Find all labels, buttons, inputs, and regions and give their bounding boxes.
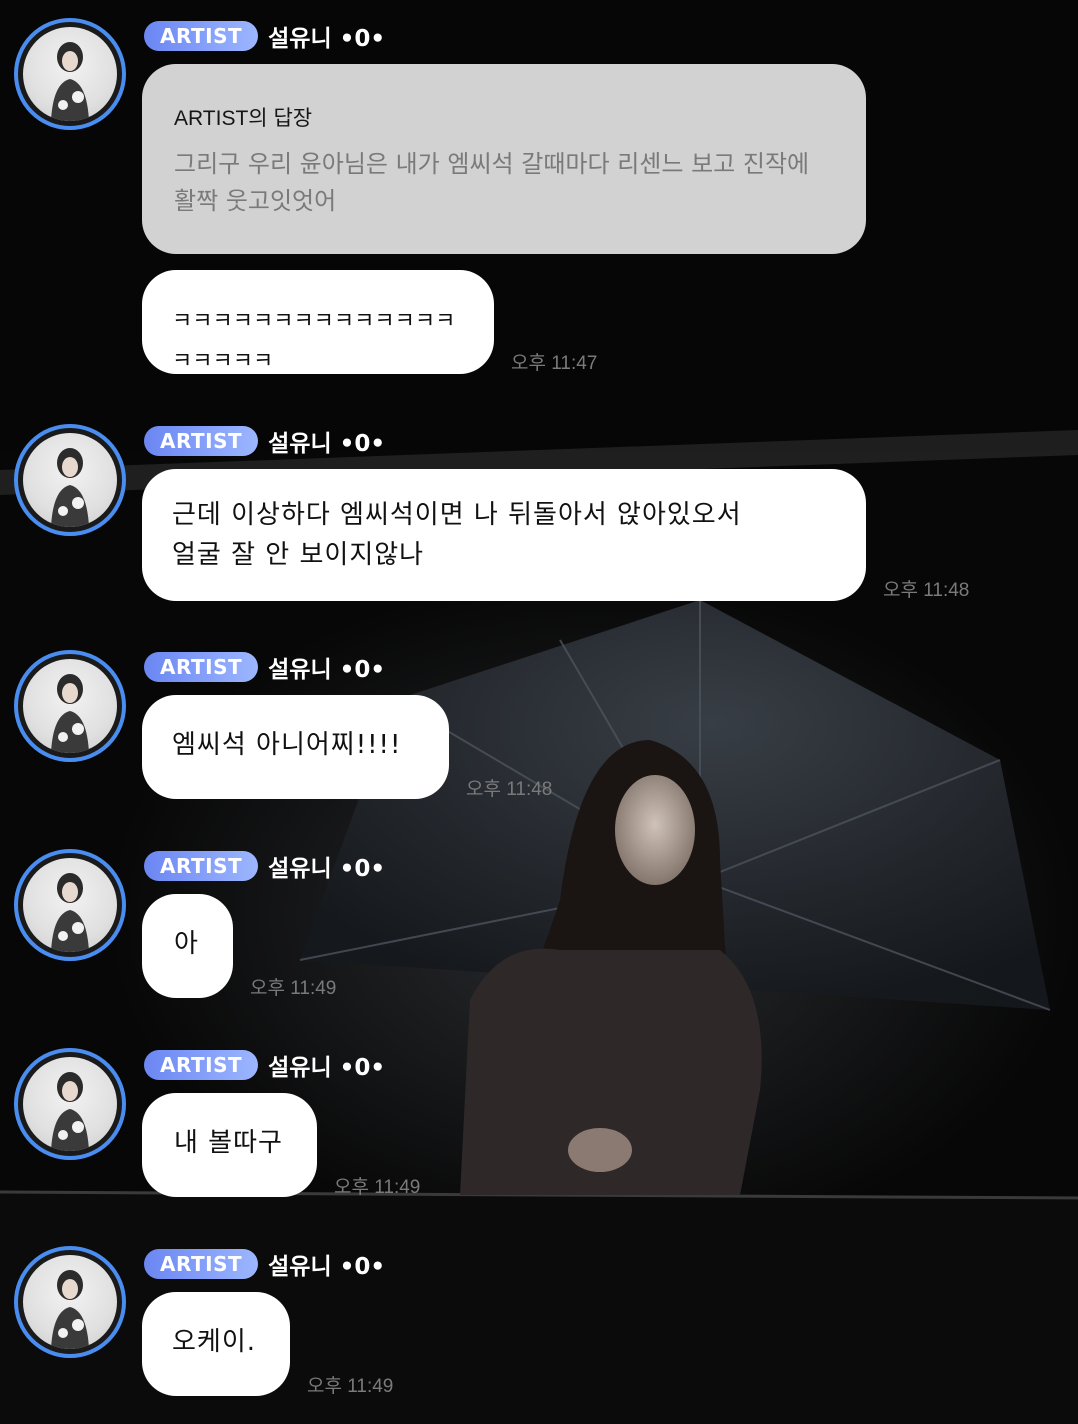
sender-row: ARTIST 설유니 •0• xyxy=(144,20,385,52)
avatar-image xyxy=(51,1072,89,1151)
sender-nickname: 설유니 •0• xyxy=(268,1254,386,1280)
avatar[interactable] xyxy=(14,1048,126,1160)
sender-nickname: 설유니 •0• xyxy=(268,431,386,457)
artist-badge: ARTIST xyxy=(144,21,259,51)
message-bubble[interactable]: 근데 이상하다 엠씨석이면 나 뒤돌아서 앉아있오서 얼굴 잘 안 보이지않나 xyxy=(142,469,866,601)
message-text: 근데 이상하다 엠씨석이면 나 뒤돌아서 앉아있오서 얼굴 잘 안 보이지않나 xyxy=(172,500,742,570)
message-time: 오후 11:49 xyxy=(334,1177,421,1198)
message-text: 아 xyxy=(174,929,199,959)
message-time: 오후 11:48 xyxy=(883,580,970,601)
message-text: 엠씨석 아니어찌!!!! xyxy=(172,730,402,760)
avatar[interactable] xyxy=(14,1246,126,1358)
sender-nickname: 설유니 •0• xyxy=(268,856,386,882)
artist-badge: ARTIST xyxy=(144,1249,259,1279)
message-bubble[interactable]: 내 볼따구 xyxy=(142,1093,317,1197)
sender-nickname: 설유니 •0• xyxy=(268,1055,386,1081)
reply-bubble[interactable]: ARTIST의 답장 그리구 우리 윤아님은 내가 엠씨석 갈때마다 리센느 보… xyxy=(142,64,866,254)
reply-title: ARTIST의 답장 xyxy=(174,107,313,130)
message-bubble[interactable]: 아 xyxy=(142,894,233,998)
message-bubble[interactable]: 오케이. xyxy=(142,1292,290,1396)
sender-row: ARTIST 설유니 •0• xyxy=(144,1248,385,1280)
avatar-image xyxy=(51,448,89,527)
message-text: 오케이. xyxy=(172,1327,257,1357)
sender-row: ARTIST 설유니 •0• xyxy=(144,850,385,882)
artist-badge: ARTIST xyxy=(144,426,259,456)
avatar-image xyxy=(51,42,89,121)
message-time: 오후 11:48 xyxy=(466,779,553,800)
message-bubble[interactable]: ㅋㅋㅋㅋㅋㅋㅋㅋㅋㅋㅋㅋㅋㅋㅋㅋㅋㅋㅋ xyxy=(142,270,494,374)
avatar[interactable] xyxy=(14,424,126,536)
message-time: 오후 11:49 xyxy=(307,1376,394,1397)
avatar-image xyxy=(51,674,89,753)
artist-badge: ARTIST xyxy=(144,652,259,682)
avatar[interactable] xyxy=(14,18,126,130)
message-bubble[interactable]: 엠씨석 아니어찌!!!! xyxy=(142,695,449,799)
sender-nickname: 설유니 •0• xyxy=(268,657,386,683)
artist-badge: ARTIST xyxy=(144,1050,259,1080)
sender-row: ARTIST 설유니 •0• xyxy=(144,651,385,683)
artist-badge: ARTIST xyxy=(144,851,259,881)
avatar-image xyxy=(51,873,89,952)
message-text: ㅋㅋㅋㅋㅋㅋㅋㅋㅋㅋㅋㅋㅋㅋㅋㅋㅋㅋㅋ xyxy=(172,309,456,374)
sender-nickname: 설유니 •0• xyxy=(268,26,386,52)
message-text: 내 볼따구 xyxy=(174,1128,283,1158)
reply-quote-text: 그리구 우리 윤아님은 내가 엠씨석 갈때마다 리센느 보고 진작에 활짝 웃고… xyxy=(174,150,810,215)
sender-row: ARTIST 설유니 •0• xyxy=(144,1049,385,1081)
message-time: 오후 11:47 xyxy=(511,353,598,374)
avatar-image xyxy=(51,1270,89,1349)
sender-row: ARTIST 설유니 •0• xyxy=(144,425,385,457)
message-time: 오후 11:49 xyxy=(250,978,337,999)
avatar[interactable] xyxy=(14,849,126,961)
avatar[interactable] xyxy=(14,650,126,762)
